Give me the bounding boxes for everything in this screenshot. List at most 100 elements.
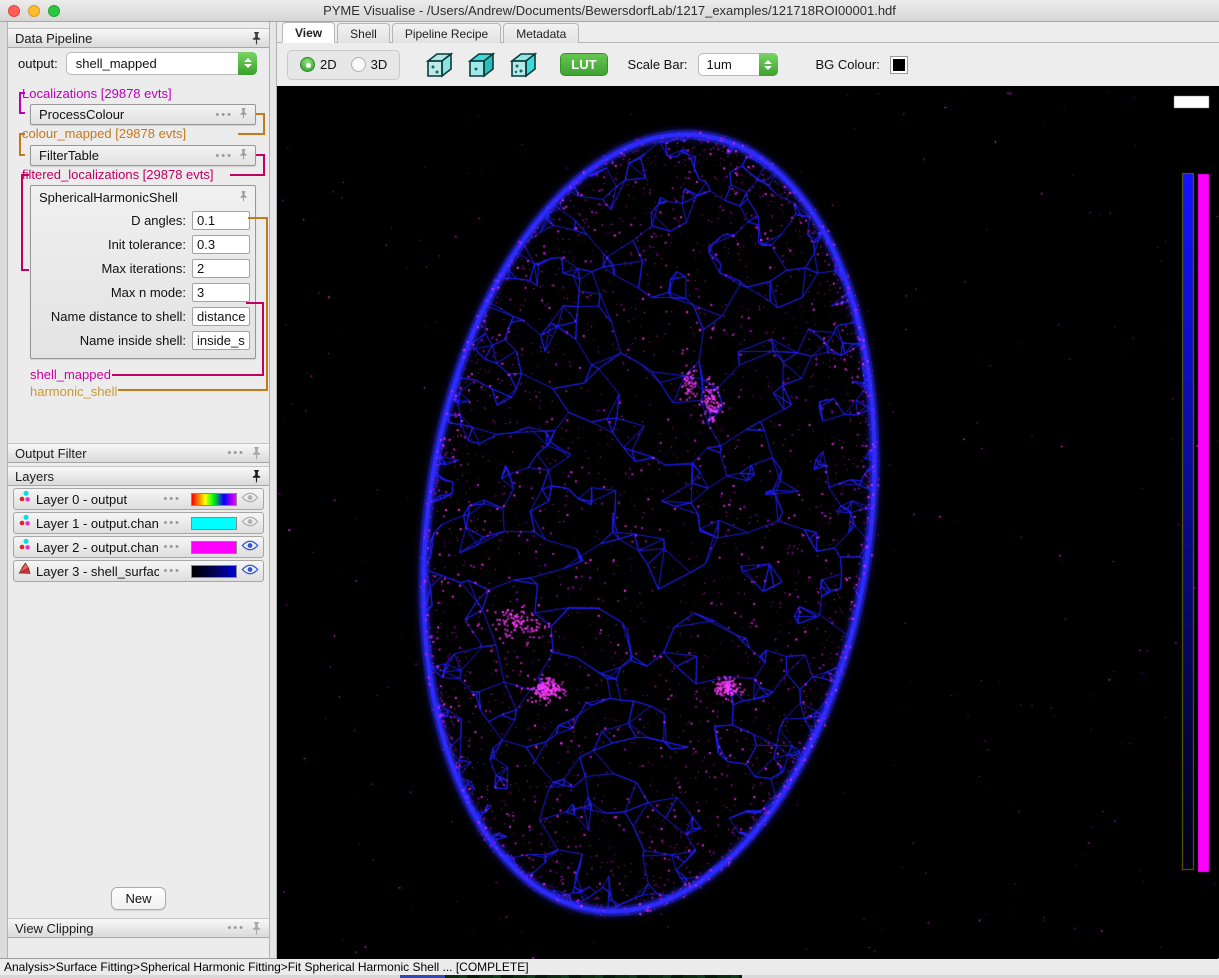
- zoom-button[interactable]: [48, 5, 60, 17]
- param-input-init-tolerance[interactable]: 0.3: [192, 234, 250, 254]
- pin-icon[interactable]: [251, 469, 262, 483]
- radio-3d[interactable]: 3D: [350, 57, 388, 72]
- tab-pipeline-recipe[interactable]: Pipeline Recipe: [391, 23, 502, 43]
- minimize-button[interactable]: [28, 5, 40, 17]
- layer-menu-icon[interactable]: •••: [163, 517, 181, 529]
- pin-icon[interactable]: [251, 446, 262, 460]
- wire-filtered: [256, 154, 265, 176]
- panel-menu-icon[interactable]: •••: [227, 922, 245, 934]
- wire-colour-mapped: [256, 113, 265, 135]
- module-title: FilterTable: [39, 148, 99, 163]
- panel-menu-icon[interactable]: •••: [227, 447, 245, 459]
- output-filter-title: Output Filter: [15, 445, 87, 461]
- layer-menu-icon[interactable]: •••: [163, 541, 181, 553]
- tab-shell[interactable]: Shell: [337, 23, 390, 43]
- param-input-d-angles[interactable]: 0.1: [192, 210, 250, 230]
- visibility-eye-icon[interactable]: [241, 562, 259, 580]
- visibility-eye-icon[interactable]: [241, 514, 259, 532]
- layer-colormap-swatch[interactable]: [191, 516, 237, 530]
- scale-bar-value: 1um: [706, 57, 732, 72]
- wire-shell-mapped: [262, 302, 264, 376]
- layer-colormap-swatch[interactable]: [191, 564, 237, 578]
- viewport[interactable]: [277, 86, 1219, 959]
- close-button[interactable]: [8, 5, 20, 17]
- pin-icon[interactable]: [239, 108, 250, 121]
- layer-menu-icon[interactable]: •••: [163, 565, 181, 577]
- layer-row-2[interactable]: Layer 2 - output.chan1 •••: [13, 536, 264, 558]
- view-canvas[interactable]: [277, 86, 1218, 959]
- tab-metadata[interactable]: Metadata: [503, 23, 580, 43]
- scale-bar-dropdown[interactable]: 1um: [697, 53, 778, 76]
- view-toolbar: 2D 3D LUT Scale Bar: 1um BG Colour:: [277, 43, 1219, 86]
- layer-label: Layer 1 - output.chan0: [36, 515, 160, 531]
- param-input-max-n-mode[interactable]: 3: [192, 282, 250, 302]
- node-label-localizations: Localizations [29878 evts]: [22, 86, 172, 101]
- module-menu-icon[interactable]: •••: [215, 150, 233, 162]
- param-label: Max n mode:: [110, 284, 186, 300]
- lut-button[interactable]: LUT: [560, 53, 608, 76]
- points-layer-icon: [18, 538, 32, 556]
- param-input-name-distance[interactable]: distance: [192, 306, 250, 326]
- layer-row-0[interactable]: Layer 0 - output •••: [13, 488, 264, 510]
- new-layer-button[interactable]: New: [111, 887, 166, 910]
- module-menu-icon[interactable]: •••: [215, 109, 233, 121]
- points-layer-icon: [18, 490, 32, 508]
- view-clipping-header[interactable]: View Clipping •••: [8, 918, 269, 938]
- output-filter-header[interactable]: Output Filter •••: [8, 443, 269, 463]
- module-title: ProcessColour: [39, 107, 125, 122]
- radio-selected-icon: [300, 57, 315, 72]
- param-label: Init tolerance:: [107, 236, 186, 252]
- app-window: PYME Visualise - /Users/Andrew/Documents…: [0, 0, 1219, 978]
- wire-harmonic-shell: [248, 217, 268, 219]
- radio-2d-label: 2D: [320, 57, 337, 72]
- status-bar: Analysis>Surface Fitting>Spherical Harmo…: [0, 958, 1219, 975]
- bg-colour-value: [892, 58, 905, 71]
- wire-colour-mapped: [19, 133, 25, 156]
- view-cube-wireframe-icon[interactable]: [424, 51, 454, 79]
- wire-colour-mapped: [238, 133, 265, 135]
- module-spherical-harmonic-shell[interactable]: SphericalHarmonicShell D angles: 0.1 Init…: [30, 185, 256, 359]
- panel-splitter[interactable]: [270, 22, 277, 958]
- visibility-eye-icon[interactable]: [241, 490, 259, 508]
- wire-harmonic-shell: [266, 217, 268, 391]
- layer-menu-icon[interactable]: •••: [163, 493, 181, 505]
- param-label: Name distance to shell:: [50, 308, 186, 324]
- node-label-shell-mapped: shell_mapped: [30, 367, 111, 382]
- pin-icon[interactable]: [251, 921, 262, 935]
- wire-localizations: [19, 92, 25, 114]
- wire-filtered: [230, 174, 265, 176]
- layer-colormap-swatch[interactable]: [191, 492, 237, 506]
- node-label-harmonic-shell: harmonic_shell: [30, 384, 118, 399]
- layer-label: Layer 2 - output.chan1: [36, 539, 160, 555]
- radio-2d[interactable]: 2D: [300, 57, 337, 72]
- layer-row-1[interactable]: Layer 1 - output.chan0 •••: [13, 512, 264, 534]
- layers-header[interactable]: Layers: [8, 466, 269, 486]
- tab-bar: View Shell Pipeline Recipe Metadata: [277, 22, 1219, 43]
- visibility-eye-icon[interactable]: [241, 538, 259, 556]
- view-cube-points-icon[interactable]: [508, 51, 538, 79]
- param-input-max-iterations[interactable]: 2: [192, 258, 250, 278]
- data-pipeline-header[interactable]: Data Pipeline: [8, 28, 269, 48]
- layer-colormap-swatch[interactable]: [191, 540, 237, 554]
- module-filter-table[interactable]: FilterTable •••: [30, 145, 256, 166]
- pin-icon[interactable]: [251, 31, 262, 45]
- bg-colour-swatch[interactable]: [889, 55, 908, 74]
- collapsed-pane-rail: [0, 22, 8, 958]
- radio-unselected-icon: [350, 57, 366, 72]
- param-label: Max iterations:: [101, 260, 186, 276]
- pin-icon[interactable]: [239, 149, 250, 162]
- wire-shell-mapped: [112, 374, 264, 376]
- module-title: SphericalHarmonicShell: [39, 189, 178, 205]
- sidebar: Data Pipeline output: shell_mapped Local…: [8, 22, 270, 958]
- layer-label: Layer 0 - output: [36, 491, 128, 507]
- radio-3d-label: 3D: [370, 57, 388, 72]
- pin-icon[interactable]: [239, 190, 250, 204]
- tab-view[interactable]: View: [282, 22, 336, 43]
- layer-label: Layer 3 - shell_surface: [36, 563, 160, 579]
- output-dropdown[interactable]: shell_mapped: [65, 51, 257, 75]
- output-label: output:: [18, 55, 58, 71]
- layer-row-3[interactable]: Layer 3 - shell_surface •••: [13, 560, 264, 582]
- view-cube-solid-icon[interactable]: [466, 51, 496, 79]
- param-input-name-inside[interactable]: inside_s: [192, 330, 250, 350]
- module-process-colour[interactable]: ProcessColour •••: [30, 104, 256, 125]
